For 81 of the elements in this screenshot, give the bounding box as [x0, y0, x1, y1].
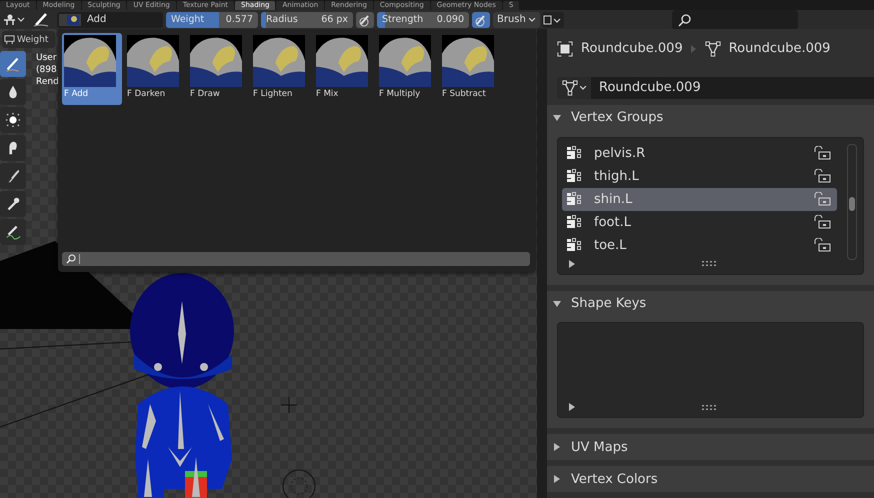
vertex-group-row[interactable]: shin.L — [562, 188, 837, 211]
3d-cursor-icon — [282, 470, 316, 498]
expand-triangle-icon[interactable] — [568, 260, 576, 268]
brush-menu[interactable]: Brush — [493, 12, 540, 28]
vertex-group-icon — [566, 145, 582, 162]
separator-arrow-icon — [690, 44, 697, 53]
resize-grip-icon[interactable] — [702, 261, 716, 266]
toolbar-tool[interactable] — [0, 79, 26, 105]
vertex-group-icon — [566, 214, 582, 230]
breadcrumb-text: Roundcube.009 — [728, 41, 830, 56]
search-icon — [66, 254, 76, 264]
viewport-info-text: User — [36, 53, 58, 63]
blur-dots-icon — [4, 111, 22, 129]
brush-preset[interactable]: F Multiply — [377, 33, 437, 105]
mesh-triangle-icon — [562, 80, 578, 96]
object-icon — [557, 40, 573, 57]
brush-preview-thumbnail — [379, 35, 431, 87]
armature-dropdown-icon[interactable] — [3, 12, 27, 27]
viewport-info-text: Rend — [36, 77, 59, 87]
open-padlock-icon[interactable] — [813, 192, 831, 206]
mesh-triangle-icon — [704, 40, 721, 57]
open-padlock-icon[interactable] — [813, 146, 831, 160]
vertex-group-row[interactable]: thigh.L — [562, 164, 837, 188]
open-padlock-icon[interactable] — [813, 215, 831, 230]
crosshair-icon — [280, 396, 298, 414]
vertex-group-icon — [566, 191, 582, 208]
brush-preset[interactable]: F Mix — [314, 33, 374, 105]
brush-selector[interactable]: Add — [57, 12, 163, 28]
vertex-group-icon — [566, 168, 582, 184]
vertex-group-row[interactable]: toe.L — [562, 234, 837, 257]
brush-preset[interactable]: F Darken — [125, 33, 185, 105]
weight-paint-icon — [4, 34, 15, 45]
panel-header[interactable]: Vertex Groups — [547, 104, 874, 131]
vertex-group-row[interactable]: pelvis.R — [562, 142, 837, 165]
mode-dropdown[interactable]: Weight — [2, 31, 55, 48]
scrollbar[interactable] — [847, 144, 857, 260]
expanded-triangle-icon — [553, 114, 561, 122]
resize-grip-icon[interactable] — [702, 404, 716, 410]
expand-triangle-icon[interactable] — [568, 403, 576, 412]
panel-header[interactable]: Shape Keys — [547, 290, 874, 316]
popup-search-field[interactable] — [62, 252, 530, 266]
vertex-group-icon — [566, 237, 582, 254]
brush-preview-thumbnail — [253, 35, 305, 87]
pen-pressure-icon[interactable] — [472, 12, 490, 28]
brush-preset[interactable]: F Lighten — [251, 33, 311, 105]
search-field[interactable] — [672, 10, 798, 30]
brush-preview-thumbnail — [190, 35, 242, 87]
caret-icon — [528, 18, 536, 22]
caret-icon — [580, 86, 586, 90]
toolbar-tool[interactable] — [0, 135, 26, 161]
pencil-squiggle-icon — [4, 223, 22, 241]
vertex-group-row[interactable]: foot.L — [562, 210, 837, 234]
pen-pressure-icon[interactable] — [356, 12, 374, 28]
value-slider[interactable]: Radius 66 px — [261, 12, 353, 28]
brush-preview-thumbnail — [316, 35, 368, 87]
editor-type-icon[interactable] — [542, 12, 564, 28]
collapsed-triangle-icon — [553, 443, 561, 452]
toolbar-tool[interactable] — [0, 219, 26, 245]
brush-preset[interactable]: F Subtract — [440, 33, 500, 105]
brush-preset[interactable]: F Add — [62, 33, 122, 105]
brush-preview-thumbnail — [442, 35, 494, 87]
toolbar-tool[interactable] — [0, 163, 26, 189]
brush-preview-thumbnail — [64, 35, 116, 87]
value-slider[interactable]: Weight 0.577 — [166, 12, 258, 28]
mesh-data-dropdown[interactable] — [557, 76, 591, 99]
brush-preview-thumbnail — [127, 35, 179, 87]
expanded-triangle-icon — [553, 300, 561, 308]
search-icon — [678, 12, 692, 26]
viewport-info-text: (898 — [36, 65, 58, 75]
panel-header[interactable]: Vertex Colors — [547, 466, 874, 492]
brush-preset[interactable]: F Draw — [188, 33, 248, 105]
gradient-pen-icon — [4, 167, 22, 185]
mesh-name-field[interactable]: Roundcube.009 — [591, 76, 874, 99]
open-padlock-icon[interactable] — [813, 238, 831, 252]
open-padlock-icon[interactable] — [813, 169, 831, 184]
toolbar-tool[interactable] — [0, 191, 26, 217]
brush-thumbnail-icon — [67, 14, 79, 24]
collapsed-triangle-icon — [553, 475, 561, 484]
toolbar-tool[interactable] — [0, 107, 26, 133]
breadcrumb-text: Roundcube.009 — [581, 41, 683, 56]
panel-header[interactable]: UV Maps — [547, 434, 874, 460]
